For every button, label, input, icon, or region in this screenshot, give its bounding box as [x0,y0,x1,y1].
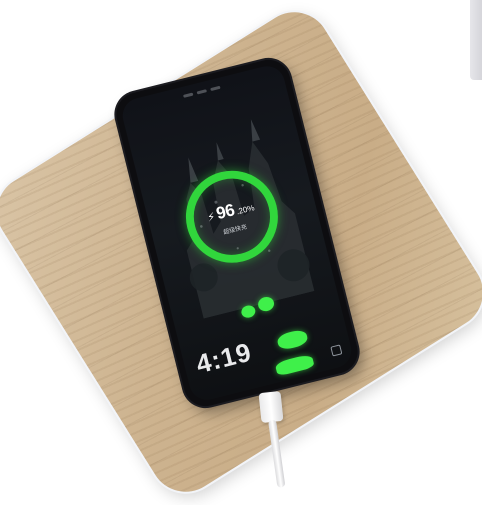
charge-percent: 96 [214,200,237,224]
usb-c-plug [258,390,284,424]
status-indicator [210,85,221,92]
photo-scene: ⚡ 96 .20% 超级快充 4:19 [0,0,482,505]
background-edge-strip [470,0,482,80]
lockscreen-clock: 4:19 [193,336,255,380]
status-indicator [196,89,208,95]
camera-shortcut-icon[interactable] [330,344,343,357]
green-bubble [275,328,309,352]
lightning-bolt-icon: ⚡ [206,210,217,225]
status-indicator [183,92,194,98]
charge-percent-decimal: .20% [235,203,256,217]
green-bubble [274,353,315,377]
